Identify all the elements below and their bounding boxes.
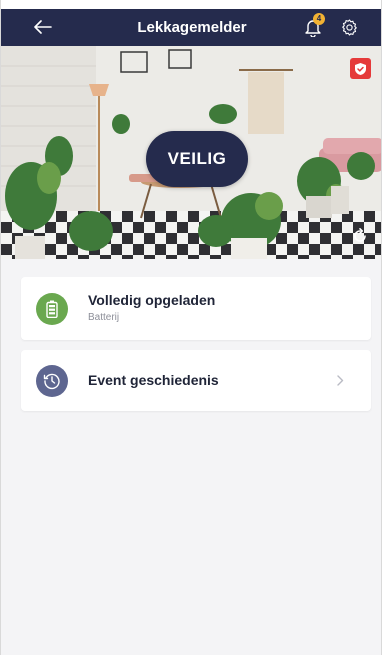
armed-status-button[interactable]	[350, 58, 371, 79]
battery-card: Volledig opgeladen Batterij	[21, 277, 371, 340]
history-clock-icon	[43, 373, 60, 390]
battery-status-label: Volledig opgeladen	[88, 292, 216, 308]
shield-check-icon	[355, 62, 366, 75]
history-icon-badge	[36, 365, 68, 397]
battery-icon	[46, 300, 58, 318]
arrow-left-icon	[34, 20, 52, 34]
security-status-pill[interactable]: VEILIG	[146, 131, 248, 187]
camera-toggle-button[interactable]	[350, 226, 370, 246]
battery-icon-badge	[36, 293, 68, 325]
event-history-label: Event geschiedenis	[88, 372, 219, 388]
gear-icon	[341, 18, 357, 36]
device-photo: VEILIG	[1, 46, 381, 259]
chevron-right-icon	[336, 374, 343, 386]
camera-rotate-icon	[354, 228, 366, 242]
app-bar: Lekkagemelder 4	[1, 9, 381, 46]
battery-caption: Batterij	[88, 312, 120, 323]
settings-button[interactable]	[337, 15, 361, 39]
event-history-card[interactable]: Event geschiedenis	[21, 350, 371, 411]
event-history-chevron	[334, 373, 346, 387]
content-area: Volledig opgeladen Batterij Event geschi…	[1, 259, 381, 655]
notification-badge: 4	[313, 13, 325, 25]
app-screen: Lekkagemelder 4 VEILIG Volledig opgelade…	[0, 0, 382, 655]
back-button[interactable]	[31, 15, 55, 39]
